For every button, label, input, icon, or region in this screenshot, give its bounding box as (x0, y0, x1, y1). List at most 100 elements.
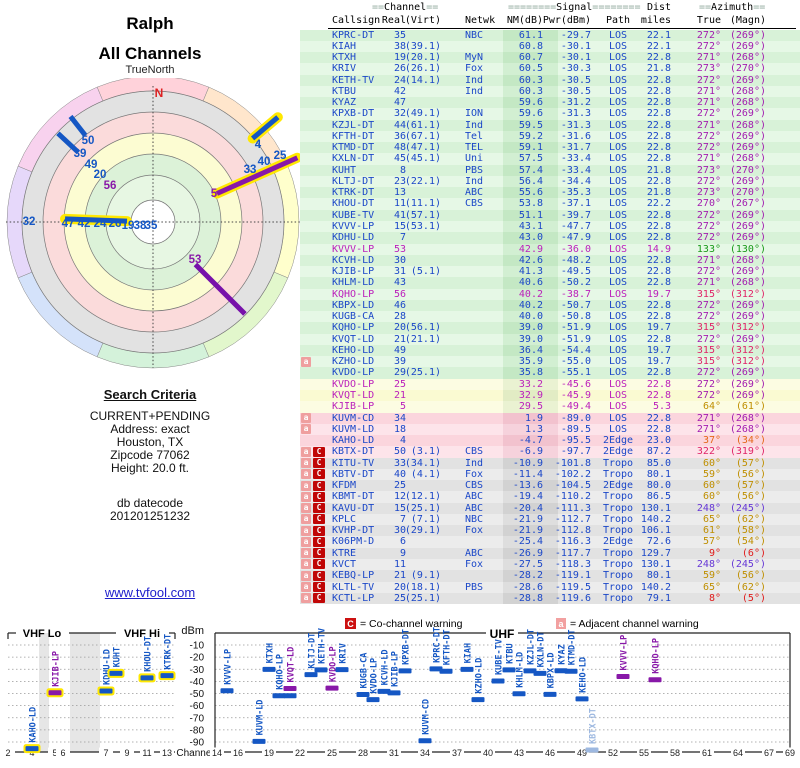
miles-cell: 19.7 (646, 344, 671, 356)
channel-tick-label: 13 (162, 748, 172, 758)
network-cell: MyN (465, 52, 484, 64)
dbm-tick-label: -10 (190, 641, 205, 652)
station-marker (252, 738, 266, 744)
miles-cell: 21.8 (646, 164, 671, 176)
station-marker (283, 686, 297, 692)
pwr-cell: -33.4 (560, 153, 591, 165)
pwr-cell: -30.5 (560, 85, 591, 97)
virt-channel-cell: (61.1) (404, 119, 441, 131)
station-marker (304, 672, 318, 678)
dbm-axis-label: dBm (181, 625, 204, 637)
magn-azimuth-cell: (269°) (729, 299, 766, 311)
station-marker-label: KIAH (464, 643, 474, 663)
nm-cell: -28.8 (512, 592, 543, 604)
table-row: a C KBTV-DT 40 (4.1) Fox -11.4 -102.2 Tropo 80.1 5… (300, 468, 800, 481)
real-channel-cell: 24 (393, 74, 406, 86)
magn-azimuth-cell: (56°) (735, 570, 766, 582)
real-channel-cell: 41 (393, 209, 406, 221)
dbm-tick-label: -50 (190, 689, 205, 700)
table-column-header: Callsign Real (Virt) Netwk NM(dB) Pwr(dB… (300, 15, 800, 26)
true-azimuth-cell: 272° (696, 40, 721, 52)
nm-cell: 61.1 (518, 29, 543, 41)
real-channel-cell: 35 (393, 29, 406, 41)
tvfool-link[interactable]: www.tvfool.com (0, 585, 300, 600)
nm-cell: 53.8 (518, 198, 543, 210)
tvfool-report: Ralph All Channels TrueNorth N 50 39 49 20 56… (0, 0, 800, 768)
adjacent-channel-warning-icon: a (301, 480, 311, 491)
magn-azimuth-cell: (58°) (735, 525, 766, 537)
real-channel-cell: 32 (393, 108, 406, 120)
true-azimuth-cell: 271° (696, 153, 721, 165)
virt-channel-cell: (7.1) (410, 513, 441, 525)
miles-cell: 80.0 (646, 480, 671, 492)
magn-azimuth-cell: (269°) (729, 74, 766, 86)
virt-channel-cell (403, 413, 441, 424)
magn-azimuth-cell: (269°) (729, 232, 766, 244)
table-row: KTXH 19 (20.1) MyN 60.7 -30.1 LOS 22.8 271° (268°… (300, 52, 800, 64)
virt-channel-cell: (20.1) (404, 52, 441, 64)
miles-cell: 130.1 (640, 558, 671, 570)
true-azimuth-cell: 270° (696, 198, 721, 210)
miles-cell: 130.1 (640, 502, 671, 514)
virt-channel-cell: (14.1) (404, 74, 441, 86)
nm-cell: -13.6 (512, 480, 543, 492)
real-channel-cell: 19 (393, 52, 406, 64)
real-channel-cell: 38 (393, 40, 406, 52)
virt-channel-cell: (22.1) (404, 175, 441, 187)
station-marker-label: KZHO-LD (475, 658, 485, 694)
magn-azimuth-cell: (62°) (735, 513, 766, 525)
network-cell: NBC (465, 29, 484, 41)
miles-cell: 22.8 (646, 119, 671, 131)
miles-cell: 22.8 (646, 333, 671, 345)
real-channel-cell: 30 (393, 525, 406, 537)
table-row: KVVV-LP 53 42.9 -36.0 LOS 14.9 133° (130°) (300, 243, 800, 255)
station-marker-label: KCVH-LD (381, 649, 391, 685)
magn-azimuth-cell: (269°) (729, 266, 766, 278)
dbm-tick-label: -20 (190, 653, 205, 664)
miles-cell: 140.2 (640, 513, 671, 525)
station-marker (533, 670, 547, 676)
pwr-cell: -30.3 (560, 63, 591, 75)
adjacent-channel-warning-icon: a (301, 458, 311, 469)
table-row: a KUVM-LD 18 1.3 -89.5 LOS 22.8 271° (268°) (300, 423, 800, 436)
callsign-cell: KUHT (332, 164, 357, 176)
magn-azimuth-cell: (312°) (729, 288, 766, 300)
true-azimuth-cell: 272° (696, 311, 721, 323)
magn-azimuth-cell: (269°) (729, 175, 766, 187)
nm-cell: 40.2 (518, 299, 543, 311)
virt-channel-cell: (25.1) (404, 502, 441, 514)
true-azimuth-cell: 60° (702, 491, 721, 503)
virt-channel-cell: (11.1) (404, 198, 441, 210)
co-channel-warning-icon: C (313, 593, 325, 604)
virt-channel-cell (403, 97, 441, 108)
true-azimuth-cell: 272° (696, 108, 721, 120)
miles-cell: 79.1 (646, 592, 671, 604)
pwr-cell: -33.4 (560, 164, 591, 176)
virt-channel-cell: (21.1) (404, 333, 441, 345)
table-row: a C KAVU-DT 15 (25.1) ABC -20.4 -111.3 Tropo 130.… (300, 502, 800, 514)
col-pwr: Pwr(dBm) (542, 14, 591, 26)
table-row: KXLN-DT 45 (45.1) Uni 57.5 -33.4 LOS 22.8 271° (2… (300, 153, 800, 165)
table-row: KCVH-LD 30 42.6 -48.2 LOS 22.8 271° (268°) (300, 254, 800, 267)
table-row: a C KFDM 25 CBS -13.6 -104.5 2Edge 80.0 60° (57°) (300, 480, 800, 492)
channel-ticks: 2456791113141619222528313437404346495255… (1, 747, 797, 758)
magn-azimuth-cell: (319°) (729, 446, 766, 458)
miles-cell: 22.8 (646, 130, 671, 142)
nm-cell: 42.6 (518, 254, 543, 266)
true-azimuth-cell: 248° (696, 558, 721, 570)
radar-channel-label: 53 (189, 254, 202, 266)
real-channel-cell: 36 (393, 130, 406, 142)
true-azimuth-cell: 271° (696, 52, 721, 64)
table-row: KFTH-DT 36 (67.1) Tel 59.2 -31.6 LOS 22.8 272° (2… (300, 130, 800, 143)
channel-tick-label: 7 (103, 748, 108, 758)
table-row: KUHT 8 PBS 57.4 -33.4 LOS 21.8 273° (270°) (300, 164, 800, 176)
true-azimuth-cell: 273° (696, 187, 721, 199)
virt-channel-cell: (12.1) (404, 491, 441, 503)
station-marker (512, 691, 526, 697)
pwr-cell: -47.7 (560, 221, 591, 233)
real-channel-cell: 9 (399, 547, 406, 559)
miles-cell: 22.8 (646, 390, 671, 401)
magn-azimuth-cell: (267°) (729, 198, 766, 210)
adjacent-channel-warning-icon: a (301, 570, 311, 581)
